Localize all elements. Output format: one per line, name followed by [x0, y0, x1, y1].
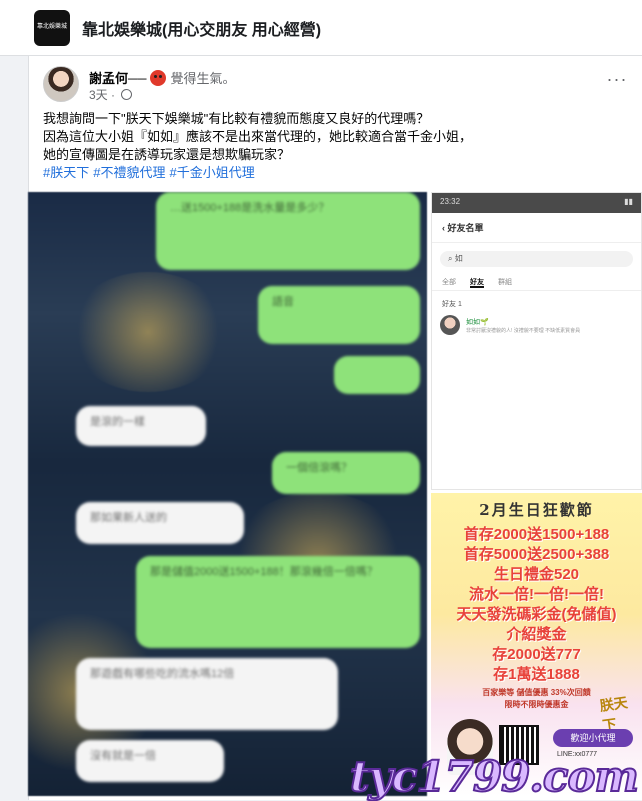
post-time[interactable]: 3天	[89, 88, 108, 102]
phone-status-bar: 23:32 ▮▮	[432, 193, 641, 213]
friends-title-text: 好友名單	[447, 223, 484, 233]
tab-all: 全部	[442, 279, 456, 286]
friend-status: 非常討厭沒禮貌的人! 沒禮貌不要理 不缺低素質會員	[466, 327, 581, 334]
chat-bubble: 那如果新人送的	[76, 502, 244, 544]
promo-line: 流水一倍!一倍!一倍!	[469, 586, 604, 603]
friend-row: 如如🌱 非常討厭沒禮貌的人! 沒禮貌不要理 不缺低素質會員	[432, 311, 641, 339]
promo-flyer-image[interactable]: 2月生日狂歡節 首存2000送1500+188 首存5000送2500+388 …	[431, 493, 642, 796]
chat-bubble: 那是儲值2000送1500+188！那滾幾倍一倍嗎？	[136, 556, 420, 648]
search-icon: ⌕	[448, 254, 455, 263]
promo-line: 介紹獎金	[506, 626, 567, 643]
globe-icon	[121, 89, 133, 100]
chat-bubble: 沒有就是一倍	[76, 740, 224, 782]
post-text-line: 因為這位大小姐『如如』應該不是出來當代理的，她比較適合當千金小姐，	[43, 129, 473, 144]
post-header: 謝孟何── 覺得生氣。 3天 · ···	[43, 66, 633, 106]
friends-section-label: 好友 1	[442, 301, 462, 308]
promo-title: 2月生日狂歡節	[479, 501, 594, 519]
page-name[interactable]: 靠北娛樂城(用心交朋友 用心經營)	[82, 16, 321, 40]
promo-line: 首存5000送2500+388	[463, 546, 610, 563]
chat-screenshot-image[interactable]: …送1500+188是洗水量是多少？ 語音 是滾的一樣 一個倍滾嗎？ 那如果新人…	[28, 192, 427, 796]
battery-icon: ▮▮	[624, 197, 633, 206]
friend-name: 如如🌱	[466, 318, 489, 326]
friends-title: ‹ 好友名單	[432, 213, 641, 243]
hashtag-row: #朕天下 #不禮貌代理 #千金小姐代理	[43, 164, 633, 182]
add-agent-button: 歡迎小代理	[553, 729, 633, 747]
tab-groups: 群組	[498, 279, 512, 286]
more-options-button[interactable]: ···	[603, 70, 631, 94]
chat-bubble	[334, 356, 420, 394]
chat-bubble: 語音	[258, 286, 420, 344]
background-light	[68, 272, 228, 392]
author-avatar[interactable]	[43, 66, 79, 102]
tab-friends: 好友	[470, 279, 484, 288]
promo-line: 天天發洗碼彩金(免儲值)	[456, 606, 617, 623]
search-value: 如	[454, 254, 463, 263]
page-header: 靠北娛樂城 靠北娛樂城(用心交朋友 用心經營)	[0, 0, 642, 56]
angry-face-icon	[150, 70, 167, 86]
post-text-line: 我想詢問一下"朕天下娛樂城"有比較有禮貌而態度又良好的代理嗎？	[43, 111, 430, 126]
promo-line: 生日禮金520	[493, 566, 580, 583]
author-name[interactable]: 謝孟何	[89, 71, 128, 86]
meta-separator: ·	[107, 88, 119, 102]
hashtag-link[interactable]: #朕天下	[43, 165, 89, 180]
chat-bubble: …送1500+188是洗水量是多少？	[156, 192, 420, 270]
status-time: 23:32	[440, 197, 461, 206]
post-meta: 3天 ·	[89, 86, 133, 103]
promo-line: 首存2000送1500+188	[463, 526, 610, 543]
chat-bubble: 那遊戲有哪些吃的流水嗎12倍	[76, 658, 338, 730]
hashtag-link[interactable]: #千金小姐代理	[169, 165, 254, 180]
page-logo[interactable]: 靠北娛樂城	[34, 9, 70, 46]
post-body: 我想詢問一下"朕天下娛樂城"有比較有禮貌而態度又良好的代理嗎？ 因為這位大小姐『…	[43, 110, 633, 182]
friends-list-screenshot[interactable]: 23:32 ▮▮ ‹ 好友名單 ⌕ 如 全部 好友 群組 好友 1 如如🌱 非常討…	[431, 192, 642, 490]
friends-search-input: ⌕ 如	[440, 251, 633, 267]
hashtag-link[interactable]: #不禮貌代理	[93, 165, 165, 180]
friends-tabs: 全部 好友 群組	[432, 275, 641, 291]
feeling-text: 覺得生氣。	[170, 71, 236, 86]
author-suffix: ──	[128, 71, 147, 86]
author-line: 謝孟何── 覺得生氣。	[89, 68, 235, 87]
promo-line: 存1萬送1888	[493, 666, 580, 683]
chat-bubble: 一個倍滾嗎？	[272, 452, 420, 494]
promo-line: 存2000送777	[492, 646, 581, 663]
watermark: tyc1799.com	[349, 751, 640, 801]
chat-bubble: 是滾的一樣	[76, 406, 206, 446]
post-text-line: 她的宣傳圖是在誘導玩家還是想欺騙玩家？	[43, 147, 291, 162]
friend-avatar	[440, 315, 460, 335]
